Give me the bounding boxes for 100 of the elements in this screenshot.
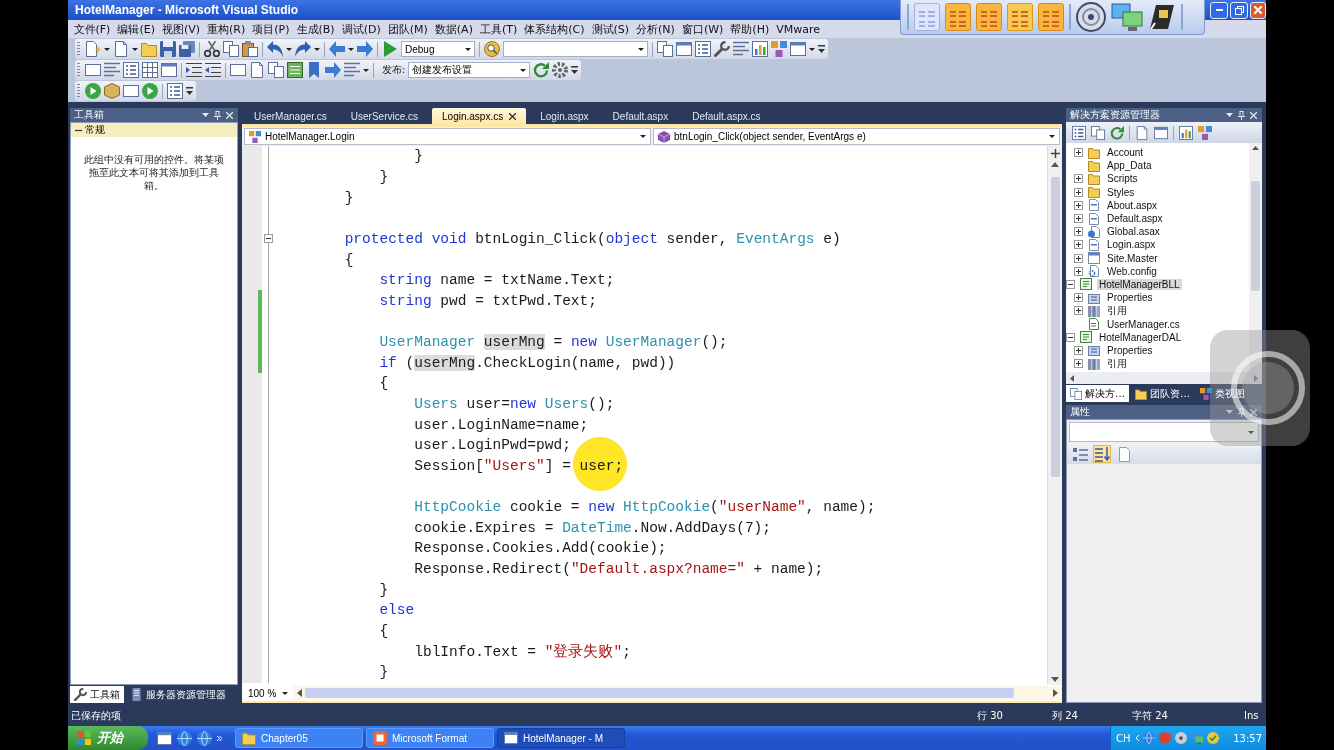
taskbar-button[interactable]: Chapter05 bbox=[235, 728, 363, 748]
rectangle-icon[interactable] bbox=[85, 62, 101, 78]
indent-icon[interactable] bbox=[186, 62, 202, 78]
refresh-icon[interactable] bbox=[533, 62, 550, 78]
menu-item[interactable]: 文件(F) bbox=[70, 20, 114, 38]
scrollbar-thumb[interactable] bbox=[1050, 177, 1060, 477]
caret-icon[interactable] bbox=[809, 47, 815, 51]
pages-icon[interactable] bbox=[223, 41, 239, 57]
arrow-right-icon[interactable] bbox=[357, 41, 373, 57]
menu-item[interactable]: 测试(S) bbox=[588, 20, 633, 38]
globe-icon[interactable] bbox=[197, 730, 212, 746]
rectangle-icon[interactable] bbox=[230, 62, 246, 78]
close-icon[interactable] bbox=[509, 112, 517, 120]
tree-item[interactable]: About.aspx bbox=[1105, 199, 1160, 211]
redo-arrow-icon[interactable] bbox=[295, 41, 311, 57]
window-icon[interactable] bbox=[790, 41, 806, 57]
panel-tab[interactable]: 服务器资源管理器 bbox=[126, 686, 230, 703]
caret-icon[interactable] bbox=[640, 135, 646, 138]
pin-icon[interactable] bbox=[1238, 407, 1245, 417]
lines-icon[interactable] bbox=[344, 62, 360, 78]
caret-icon[interactable] bbox=[520, 68, 527, 72]
outdent-icon[interactable] bbox=[205, 62, 221, 78]
caret-icon[interactable] bbox=[363, 68, 369, 72]
bookmark-icon[interactable] bbox=[306, 62, 322, 78]
scroll-right-icon[interactable] bbox=[1053, 689, 1058, 697]
property-list-icon[interactable] bbox=[167, 83, 183, 99]
lines-icon[interactable] bbox=[104, 62, 120, 78]
sheet-icon[interactable] bbox=[287, 62, 303, 78]
menu-item[interactable]: 生成(B) bbox=[293, 20, 339, 38]
menu-item[interactable]: 团队(M) bbox=[384, 20, 432, 38]
refresh-icon[interactable] bbox=[1110, 125, 1124, 140]
tree-item[interactable]: Scripts bbox=[1105, 173, 1140, 185]
expand-icon[interactable] bbox=[1074, 214, 1083, 224]
play-circle-icon[interactable] bbox=[85, 83, 101, 99]
menu-item[interactable]: 调试(D) bbox=[338, 20, 385, 38]
tile-icon[interactable] bbox=[976, 3, 1002, 31]
scrollbar-thumb[interactable] bbox=[1251, 181, 1260, 291]
chevron-left-icon[interactable] bbox=[1134, 735, 1139, 741]
property-list-icon[interactable] bbox=[123, 62, 139, 78]
grid-icon[interactable] bbox=[142, 62, 158, 78]
check-circle-icon[interactable] bbox=[1206, 732, 1219, 744]
close-button[interactable] bbox=[1250, 1, 1266, 19]
tree-item[interactable]: HotelManagerDAL bbox=[1097, 331, 1184, 343]
expand-icon[interactable] bbox=[1074, 359, 1083, 369]
globe-icon[interactable] bbox=[177, 730, 192, 746]
pages-icon[interactable] bbox=[657, 41, 673, 57]
expand-icon[interactable] bbox=[1074, 293, 1083, 303]
wrench-icon[interactable] bbox=[714, 41, 730, 57]
pages-icon[interactable] bbox=[1091, 125, 1105, 140]
tree-item[interactable]: Account bbox=[1105, 147, 1146, 159]
search-icon[interactable] bbox=[484, 41, 500, 57]
property-list-icon[interactable] bbox=[695, 41, 711, 57]
floppy-disks-icon[interactable] bbox=[179, 41, 195, 57]
document-tab[interactable]: Login.aspx bbox=[530, 108, 599, 124]
document-tab[interactable]: UserService.cs bbox=[340, 108, 429, 124]
expand-icon[interactable] bbox=[1074, 240, 1083, 250]
grouped-list-icon[interactable] bbox=[1071, 445, 1089, 463]
caret-icon[interactable] bbox=[104, 47, 110, 51]
tree-item[interactable]: Properties bbox=[1105, 344, 1155, 356]
tile-icon[interactable] bbox=[1038, 3, 1064, 31]
menu-item[interactable]: 体系结构(C) bbox=[520, 20, 588, 38]
tree-item[interactable]: Default.aspx bbox=[1105, 213, 1165, 225]
document-icon[interactable] bbox=[1135, 125, 1149, 140]
lines-icon[interactable] bbox=[733, 41, 749, 57]
pin-icon[interactable] bbox=[214, 110, 221, 120]
play-circle-icon[interactable] bbox=[142, 83, 158, 99]
scroll-down-icon[interactable] bbox=[1051, 677, 1059, 682]
document-tab[interactable]: Default.aspx.cs bbox=[682, 108, 771, 124]
disc-icon[interactable] bbox=[1076, 2, 1106, 32]
caret-icon[interactable] bbox=[348, 47, 354, 51]
grip-handle[interactable] bbox=[77, 84, 80, 98]
tree-item[interactable]: Site.Master bbox=[1105, 252, 1160, 264]
expand-icon[interactable] bbox=[1074, 227, 1083, 237]
undo-arrow-icon[interactable] bbox=[267, 41, 283, 57]
expand-icon[interactable] bbox=[1074, 187, 1083, 197]
scrollbar-thumb[interactable] bbox=[305, 688, 1014, 698]
taskbar-button[interactable]: Microsoft Format bbox=[366, 728, 494, 748]
grip-handle[interactable] bbox=[77, 42, 80, 56]
arrow-left-icon[interactable] bbox=[329, 41, 345, 57]
chart-icon[interactable] bbox=[1179, 125, 1193, 140]
sparkle-document-icon[interactable] bbox=[85, 41, 101, 57]
tree-item[interactable]: Login.aspx bbox=[1105, 239, 1158, 251]
sorted-list-icon[interactable] bbox=[1093, 445, 1111, 463]
card-icon[interactable] bbox=[1148, 3, 1176, 31]
disc-icon[interactable] bbox=[1174, 732, 1187, 744]
overflow-icon[interactable] bbox=[571, 66, 579, 74]
menu-item[interactable]: 分析(N) bbox=[632, 20, 679, 38]
window-icon[interactable] bbox=[157, 730, 172, 746]
window-icon[interactable] bbox=[1154, 125, 1168, 140]
caret-icon[interactable] bbox=[282, 691, 288, 695]
publish-dropdown[interactable]: 创建发布设置 bbox=[408, 62, 531, 78]
expand-icon[interactable] bbox=[1074, 174, 1083, 184]
type-dropdown[interactable]: HotelManager.Login bbox=[244, 128, 651, 145]
menu-item[interactable]: 工具(T) bbox=[476, 20, 521, 38]
split-icon[interactable] bbox=[1050, 149, 1060, 158]
tile-icon[interactable] bbox=[914, 3, 940, 31]
menu-item[interactable]: 数据(A) bbox=[431, 20, 477, 38]
restore-button[interactable] bbox=[1230, 1, 1248, 19]
tree-item[interactable]: 引用 bbox=[1105, 303, 1129, 318]
tile-icon[interactable] bbox=[1007, 3, 1033, 31]
